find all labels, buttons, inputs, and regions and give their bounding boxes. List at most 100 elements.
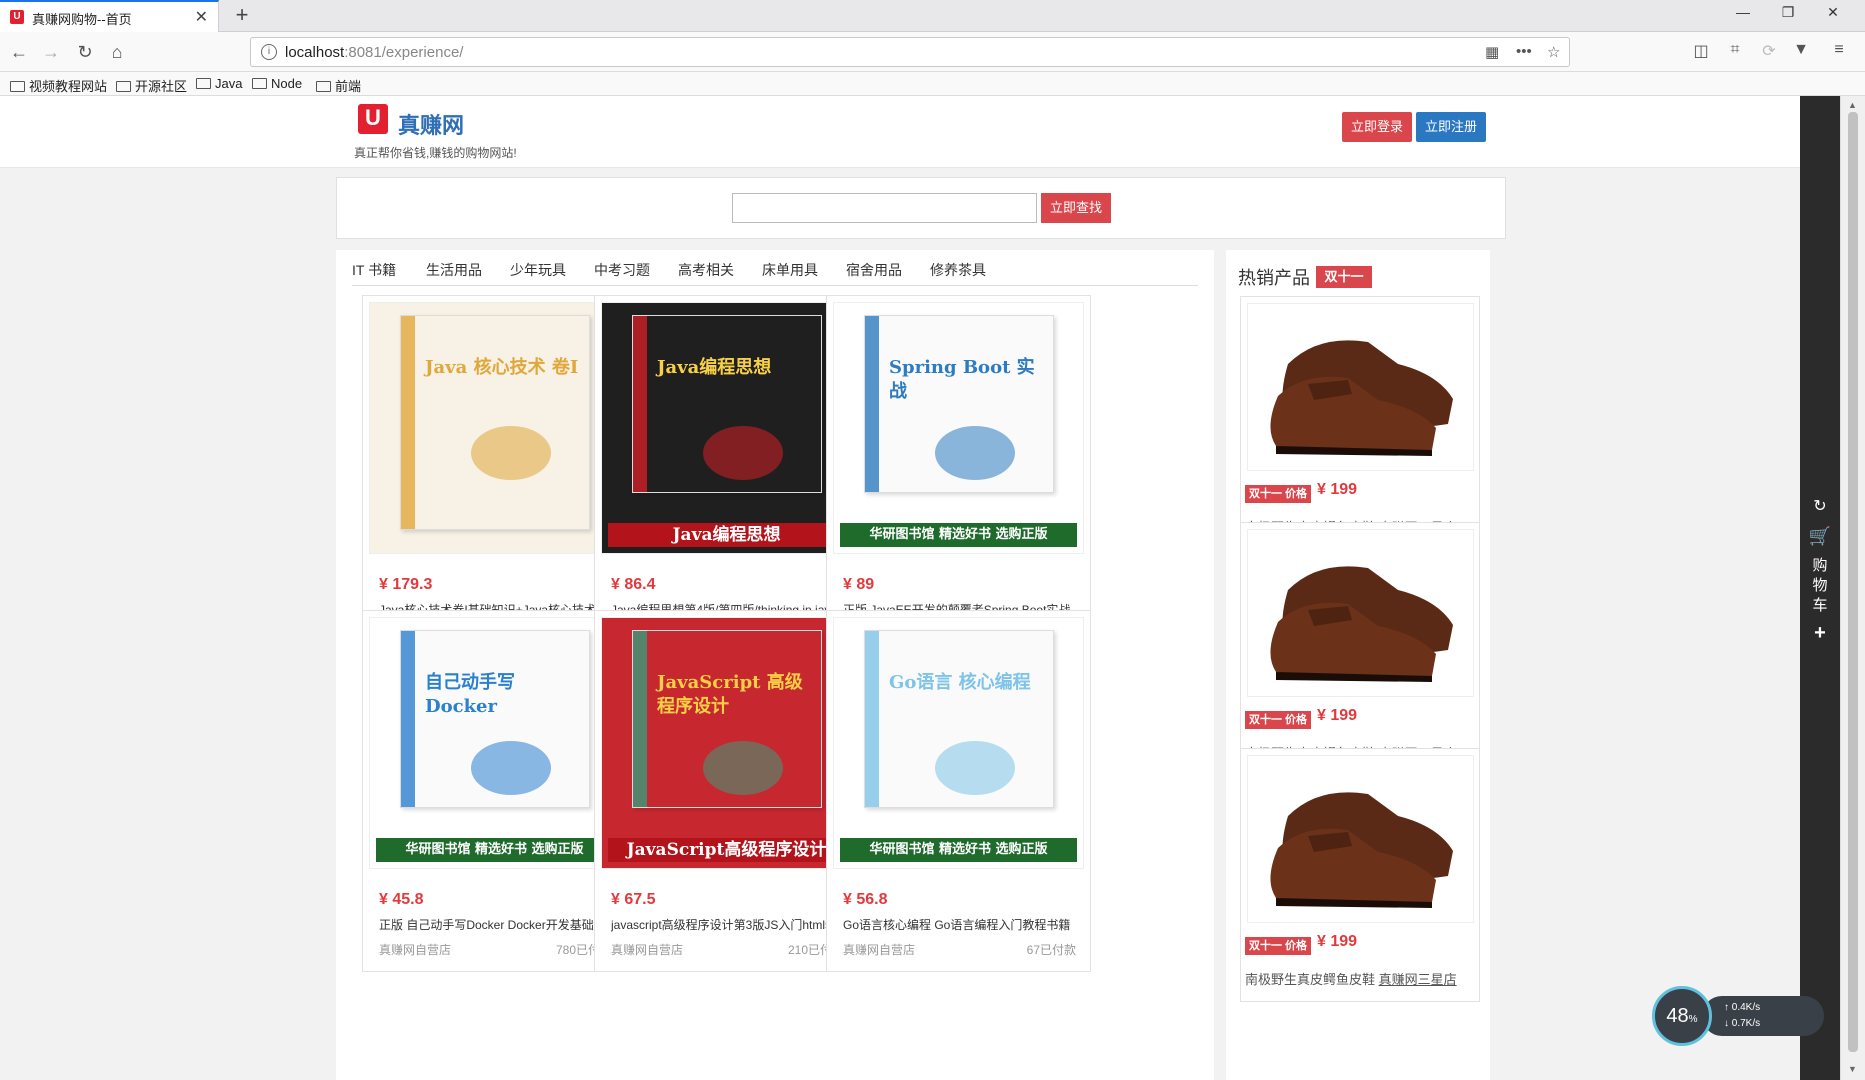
folder-icon [196, 78, 211, 89]
close-tab-icon[interactable]: ✕ [195, 7, 208, 27]
category-tab[interactable]: 床单用具 [762, 260, 818, 280]
site-header: U 真赚网 真正帮你省钱,赚钱的购物网站! 立即登录 立即注册 [0, 96, 1800, 168]
category-tabs: IT 书籍 生活用品 少年玩具 中考习题 高考相关 床单用具 宿舍用品 修养茶具 [352, 250, 1198, 286]
site-info-icon[interactable]: i [261, 44, 277, 60]
new-tab-button[interactable]: + [230, 2, 254, 28]
product-shop: 真赚网自营店 [379, 943, 452, 957]
hot-product-image[interactable] [1247, 303, 1474, 471]
hot-product-card[interactable]: 双十一 价格¥ 199南极野生真皮鳄鱼皮鞋 真赚网三星店 [1240, 296, 1480, 550]
bookmark-star-icon[interactable]: ☆ [1547, 43, 1560, 61]
product-cover-image[interactable]: Java 核心技术 卷I [369, 302, 620, 554]
browser-tabbar: U 真赚网购物--首页 ✕ + — ❐ ✕ [0, 0, 1865, 32]
product-cover-image[interactable]: JavaScript 高级程序设计 JavaScript高级程序设计 [601, 617, 852, 869]
right-toolbar: ↻ 🛒 购物车 + [1800, 96, 1840, 1080]
menu-icon[interactable]: ≡ [1828, 41, 1850, 59]
more-actions-icon[interactable]: ••• [1516, 43, 1532, 60]
product-card[interactable]: Go语言 核心编程 华研图书馆 精选好书 选购正版 ¥ 56.8 Go语言核心编程 G… [826, 610, 1091, 972]
refresh-icon[interactable]: ↻ [1800, 496, 1840, 516]
sync-icon[interactable]: ⟳ [1758, 41, 1780, 61]
back-icon[interactable]: ← [6, 39, 32, 65]
minimize-icon[interactable]: — [1723, 4, 1763, 20]
book-cover-title: JavaScript 高级程序设计 [657, 672, 803, 717]
page-scrollbar[interactable]: ▲ ▼ [1840, 96, 1865, 1080]
hot-product-image[interactable] [1247, 529, 1474, 697]
product-name[interactable]: Go语言核心编程 Go语言编程入门教程书籍 [843, 916, 1078, 933]
tab-title: 真赚网购物--首页 [32, 12, 132, 27]
hot-product-image[interactable] [1247, 755, 1474, 923]
category-tab[interactable]: 高考相关 [678, 260, 734, 280]
forward-icon[interactable]: → [38, 39, 64, 65]
download-speed: ↓ 0.7K/s [1724, 1018, 1761, 1029]
shoe-icon [1270, 340, 1453, 456]
book-cover-shape: Java 核心技术 卷I [400, 315, 590, 530]
crop-icon[interactable]: ⌗ [1724, 41, 1746, 59]
book-cover-shape: Java编程思想 [632, 315, 822, 493]
cart-label[interactable]: 购物车 [1800, 556, 1840, 616]
product-card[interactable]: Java编程思想Java编程思想¥ 86.4Java编程思想第4版/第四版/th… [594, 295, 859, 657]
upload-speed: ↑ 0.4K/s [1724, 1002, 1761, 1013]
product-name[interactable]: 正版 自己动手写Docker Docker开发基础入门 [379, 916, 614, 933]
hot-product-card[interactable]: 双十一 价格¥ 199南极野生真皮鳄鱼皮鞋 真赚网三星店 [1240, 522, 1480, 776]
product-cover-image[interactable]: Java编程思想 Java编程思想 [601, 302, 852, 554]
category-tab[interactable]: IT 书籍 [352, 260, 396, 280]
qr-code-icon[interactable]: ▦ [1485, 43, 1499, 61]
product-cover-image[interactable]: Go语言 核心编程华研图书馆 精选好书 选购正版 [833, 617, 1084, 869]
shield-icon[interactable]: ▼ [1790, 41, 1812, 59]
search-button[interactable]: 立即查找 [1041, 193, 1111, 223]
reload-icon[interactable]: ↻ [72, 39, 98, 65]
address-bar[interactable]: i localhost:8081/experience/ ▦ ••• ☆ [250, 37, 1570, 67]
category-tab[interactable]: 中考习题 [594, 260, 650, 280]
close-window-icon[interactable]: ✕ [1813, 4, 1853, 21]
product-panel: IT 书籍 生活用品 少年玩具 中考习题 高考相关 床单用具 宿舍用品 修养茶具… [336, 250, 1214, 1080]
double-eleven-badge: 双十一 [1316, 266, 1372, 288]
logo-text[interactable]: 真赚网 [398, 108, 464, 140]
shoe-icon [1270, 566, 1453, 682]
login-button[interactable]: 立即登录 [1342, 112, 1412, 142]
scroll-up-icon[interactable]: ▲ [1848, 100, 1857, 110]
book-cover-title: Spring Boot 实战 [889, 357, 1035, 402]
category-tab[interactable]: 少年玩具 [510, 260, 566, 280]
home-icon[interactable]: ⌂ [104, 39, 130, 65]
product-price: ¥ 89 [843, 576, 875, 593]
product-shop: 真赚网自营店 [611, 943, 684, 957]
product-card[interactable]: JavaScript 高级程序设计 JavaScript高级程序设计 ¥ 67.5 j… [594, 610, 859, 972]
product-card[interactable]: Spring Boot 实战华研图书馆 精选好书 选购正版¥ 89正版 Java… [826, 295, 1091, 657]
shoe-icon [1270, 792, 1453, 908]
bookmark-folder[interactable]: Node [252, 76, 302, 91]
folder-icon [252, 78, 267, 89]
bookmark-folder[interactable]: 开源社区 [116, 76, 187, 95]
restore-icon[interactable]: ❐ [1768, 4, 1808, 21]
product-card[interactable]: 自己动手写Docker 华研图书馆 精选好书 选购正版 ¥ 45.8 正版 自己动手写… [362, 610, 627, 972]
hot-product-price: ¥ 199 [1317, 481, 1358, 498]
category-tab[interactable]: 修养茶具 [930, 260, 986, 280]
sale-price-tag: 双十一 价格 [1245, 485, 1312, 503]
book-cover-title: Java编程思想 [657, 357, 772, 378]
category-tab[interactable]: 生活用品 [426, 260, 482, 280]
browser-tab-active[interactable]: U 真赚网购物--首页 ✕ [0, 0, 219, 32]
product-card[interactable]: Java 核心技术 卷I¥ 179.3Java核心技术卷I基础知识+Java核心… [362, 295, 627, 657]
bookmark-folder[interactable]: Java [196, 76, 242, 91]
hot-product-shop-link[interactable]: 真赚网三星店 [1379, 972, 1457, 987]
scroll-down-icon[interactable]: ▼ [1848, 1064, 1857, 1074]
product-cover-image[interactable]: 自己动手写Docker 华研图书馆 精选好书 选购正版 [369, 617, 620, 869]
cart-icon[interactable]: 🛒 [1800, 526, 1840, 547]
bookmark-folder[interactable]: 前端 [316, 76, 361, 95]
search-input[interactable] [732, 193, 1037, 223]
hot-product-card[interactable]: 双十一 价格¥ 199南极野生真皮鳄鱼皮鞋 真赚网三星店 [1240, 748, 1480, 1002]
product-cover-image[interactable]: Spring Boot 实战 华研图书馆 精选好书 选购正版 [833, 302, 1084, 554]
bookmark-folder[interactable]: 视频教程网站 [10, 76, 107, 95]
product-name[interactable]: javascript高级程序设计第3版JS入门html5 [611, 916, 846, 933]
category-tab[interactable]: 宿舍用品 [846, 260, 902, 280]
book-cover-title: 自己动手写Docker [425, 672, 515, 717]
sidebar-toggle-icon[interactable]: ◫ [1690, 41, 1712, 61]
plus-icon[interactable]: + [1800, 622, 1840, 645]
register-button[interactable]: 立即注册 [1416, 112, 1486, 142]
logo-icon[interactable]: U [358, 104, 388, 134]
book-cover-shape: Spring Boot 实战 [864, 315, 1054, 493]
hot-product-price: ¥ 199 [1317, 707, 1358, 724]
hot-product-name: 南极野生真皮鳄鱼皮鞋 真赚网三星店 [1245, 972, 1457, 987]
page: U 真赚网 真正帮你省钱,赚钱的购物网站! 立即登录 立即注册 立即查找 IT … [0, 96, 1800, 1080]
book-cover-shape: Go语言 核心编程 [864, 630, 1054, 808]
cover-banner: 华研图书馆 精选好书 选购正版 [840, 838, 1077, 862]
scrollbar-thumb[interactable] [1848, 112, 1858, 1052]
